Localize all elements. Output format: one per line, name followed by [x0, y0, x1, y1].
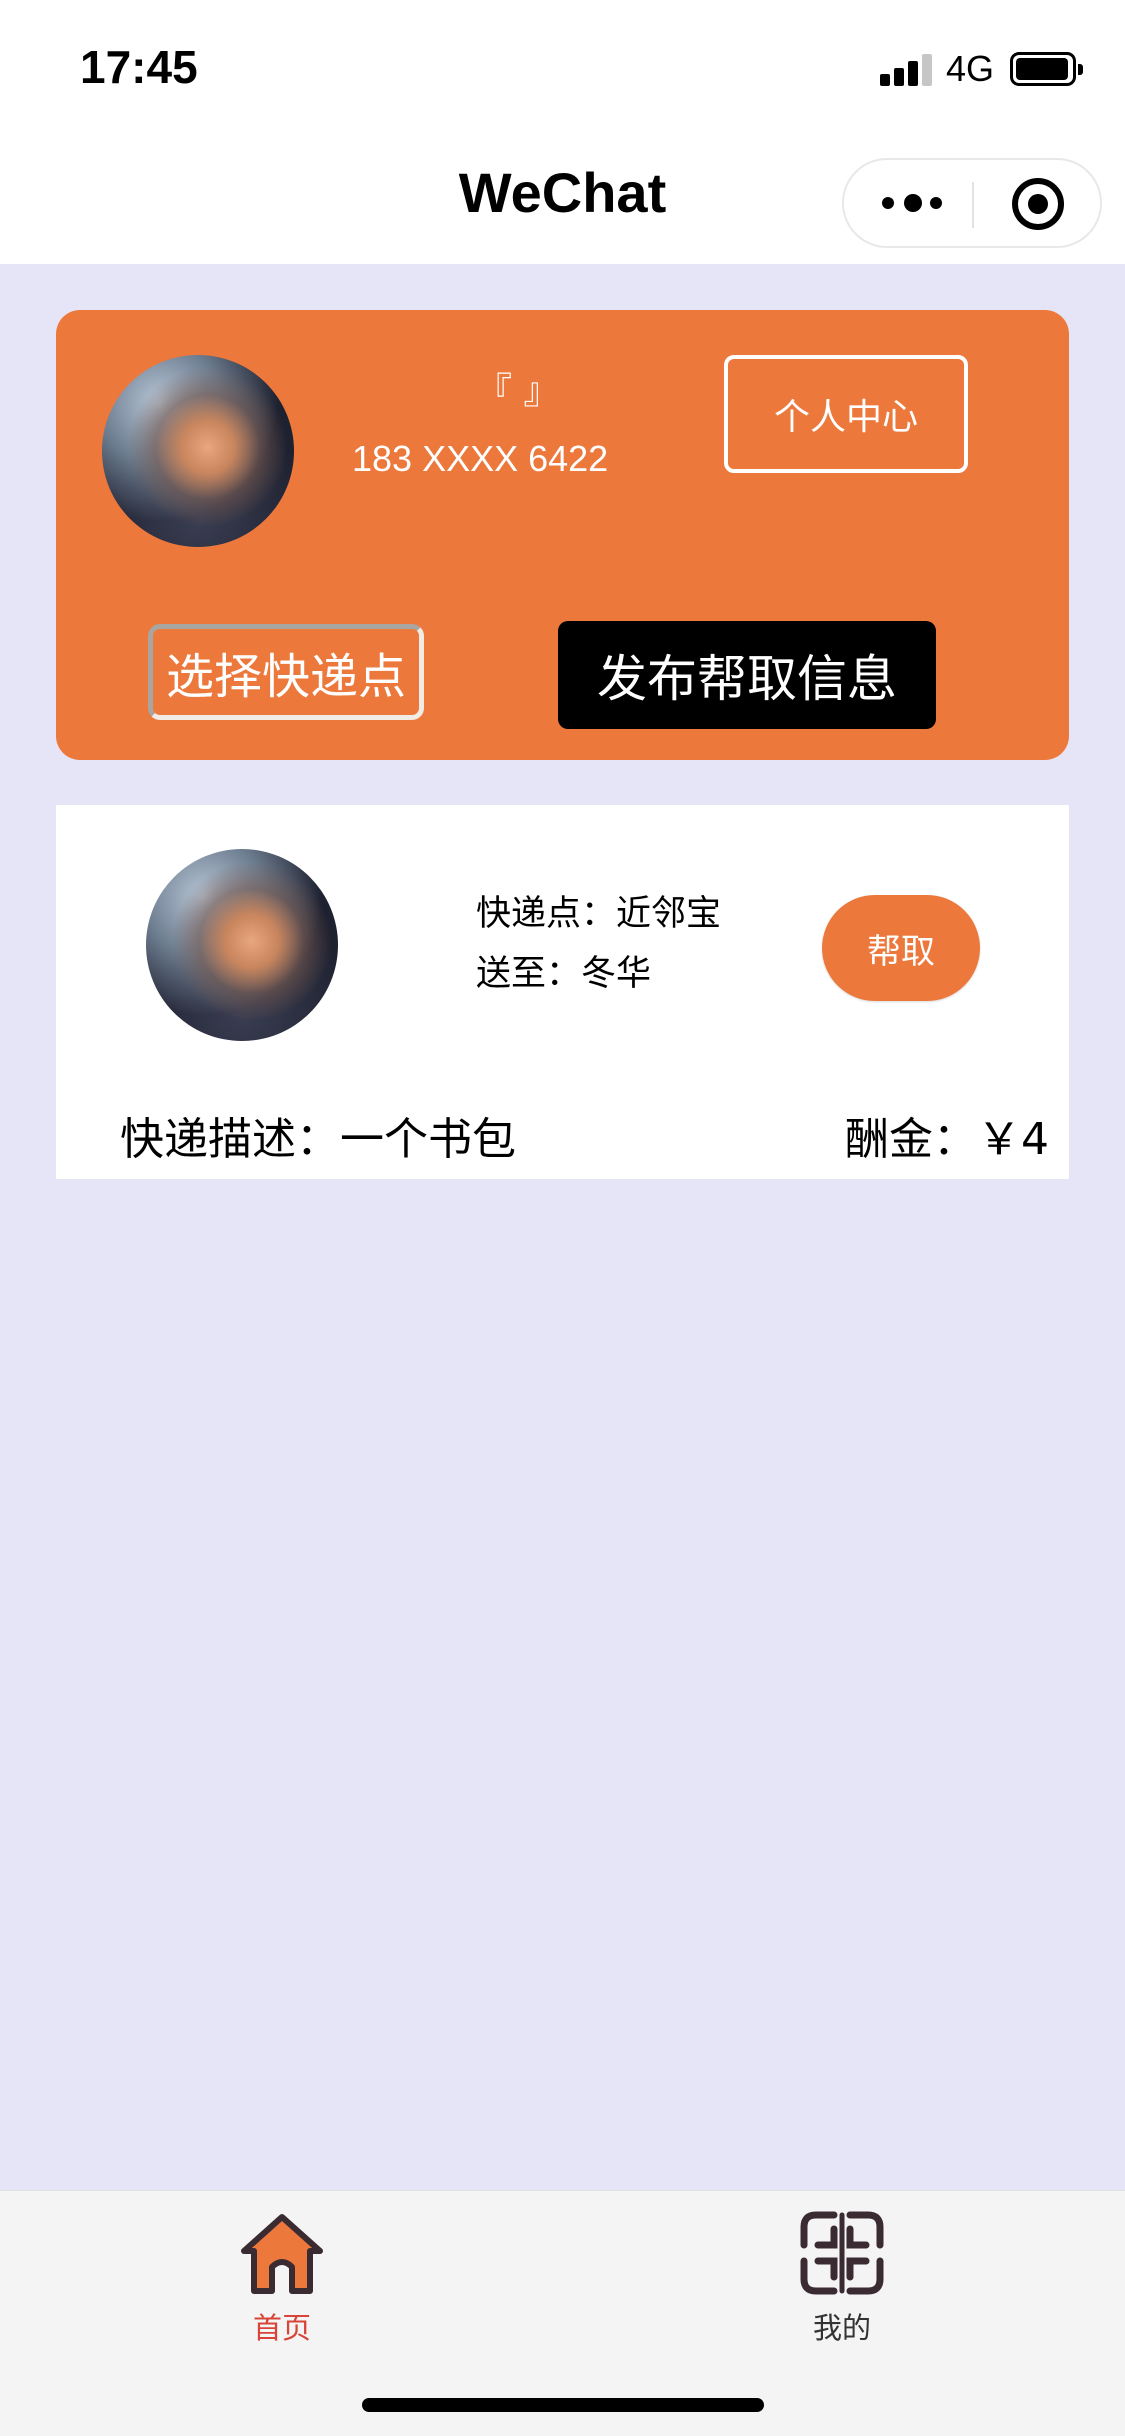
tab-mine[interactable]: 我的: [742, 2205, 942, 2345]
help-pickup-button[interactable]: 帮取: [822, 895, 980, 1001]
select-station-button[interactable]: 选择快递点: [148, 624, 424, 720]
delivery-destination: 送至：冬华: [476, 954, 652, 994]
nav-bar: WeChat: [0, 132, 1125, 264]
mini-program-capsule: [842, 158, 1102, 248]
package-description: 快递描述：一个书包: [120, 1114, 516, 1165]
tab-mine-label: 我的: [812, 2311, 871, 2345]
capsule-divider: [972, 182, 974, 228]
more-dots-icon[interactable]: [882, 194, 946, 214]
home-indicator: [362, 2398, 764, 2412]
signal-icon: [880, 54, 934, 86]
network-type: 4G: [946, 48, 995, 89]
profile-card: 『 』 183 XXXX 6422 个人中心 选择快递点 发布帮取信息: [56, 310, 1069, 760]
list-item: 快递点：近邻宝 送至：冬华 帮取 快递描述：一个书包 酬金：￥4: [56, 805, 1069, 1179]
avatar: [146, 849, 338, 1041]
tab-home-label: 首页: [252, 2311, 311, 2345]
personal-center-button[interactable]: 个人中心: [724, 355, 968, 473]
user-phone: 183 XXXX 6422: [352, 438, 609, 479]
battery-icon: [1010, 52, 1083, 86]
grid-knot-icon: [800, 2211, 884, 2295]
home-icon: [241, 2214, 323, 2294]
user-name: 『 』: [476, 371, 560, 412]
reward-amount: 酬金：￥4: [845, 1114, 1049, 1165]
target-icon[interactable]: [1012, 178, 1064, 230]
status-bar: 17:45 4G: [0, 0, 1125, 132]
status-time: 17:45: [80, 41, 198, 93]
tab-home[interactable]: 首页: [182, 2205, 382, 2345]
avatar: [102, 355, 294, 547]
publish-request-button[interactable]: 发布帮取信息: [558, 621, 936, 729]
pickup-station: 快递点：近邻宝: [476, 894, 722, 934]
